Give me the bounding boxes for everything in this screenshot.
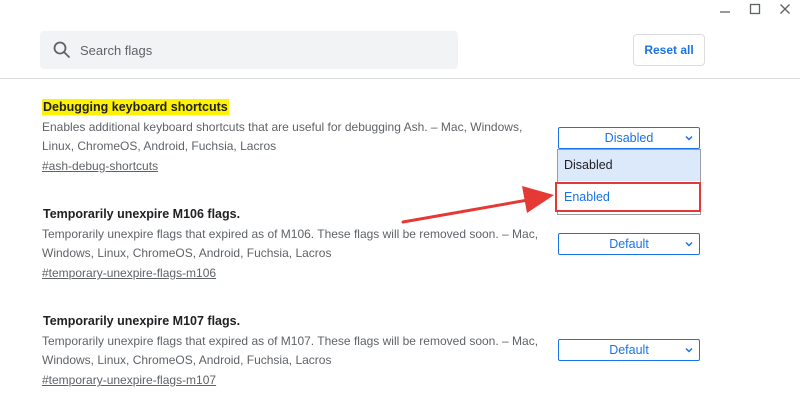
flag-link[interactable]: #ash-debug-shortcuts — [42, 157, 552, 175]
chevron-down-icon — [685, 135, 693, 141]
flag-description: Temporarily unexpire flags that expired … — [42, 227, 539, 260]
window-controls — [710, 0, 800, 18]
flag-link[interactable]: #temporary-unexpire-flags-m106 — [42, 264, 552, 282]
flag-description: Enables additional keyboard shortcuts th… — [42, 120, 523, 153]
search-input[interactable] — [78, 41, 442, 59]
flag-item: Debugging keyboard shortcuts Enables add… — [42, 98, 552, 175]
flag-item: Temporarily unexpire M106 flags. Tempora… — [42, 205, 552, 282]
maximize-icon[interactable] — [740, 0, 770, 18]
select-value: Default — [609, 237, 649, 251]
flag-link[interactable]: #temporary-unexpire-flags-m107 — [42, 371, 552, 389]
chevron-down-icon — [685, 347, 693, 353]
flag-title: Temporarily unexpire M106 flags. — [43, 207, 241, 221]
flag-select[interactable]: Default — [558, 339, 700, 361]
option-disabled[interactable]: Disabled — [558, 150, 700, 181]
close-icon[interactable] — [770, 0, 800, 18]
select-value: Default — [609, 343, 649, 357]
flag-select[interactable]: Default — [558, 233, 700, 255]
search-icon — [52, 40, 72, 60]
header: Reset all — [0, 0, 800, 79]
search-box[interactable] — [40, 31, 458, 69]
select-value: Disabled — [604, 131, 654, 145]
dropdown-menu: Disabled Enabled — [555, 149, 701, 215]
reset-all-button[interactable]: Reset all — [633, 34, 705, 66]
chevron-down-icon — [685, 241, 693, 247]
flag-item: Temporarily unexpire M107 flags. Tempora… — [42, 312, 552, 389]
flag-description: Temporarily unexpire flags that expired … — [42, 334, 539, 367]
flag-select[interactable]: Disabled — [558, 127, 700, 149]
flag-title: Debugging keyboard shortcuts — [42, 99, 229, 115]
minimize-icon[interactable] — [710, 0, 740, 18]
option-enabled[interactable]: Enabled — [555, 182, 701, 212]
flag-title: Temporarily unexpire M107 flags. — [43, 314, 241, 328]
